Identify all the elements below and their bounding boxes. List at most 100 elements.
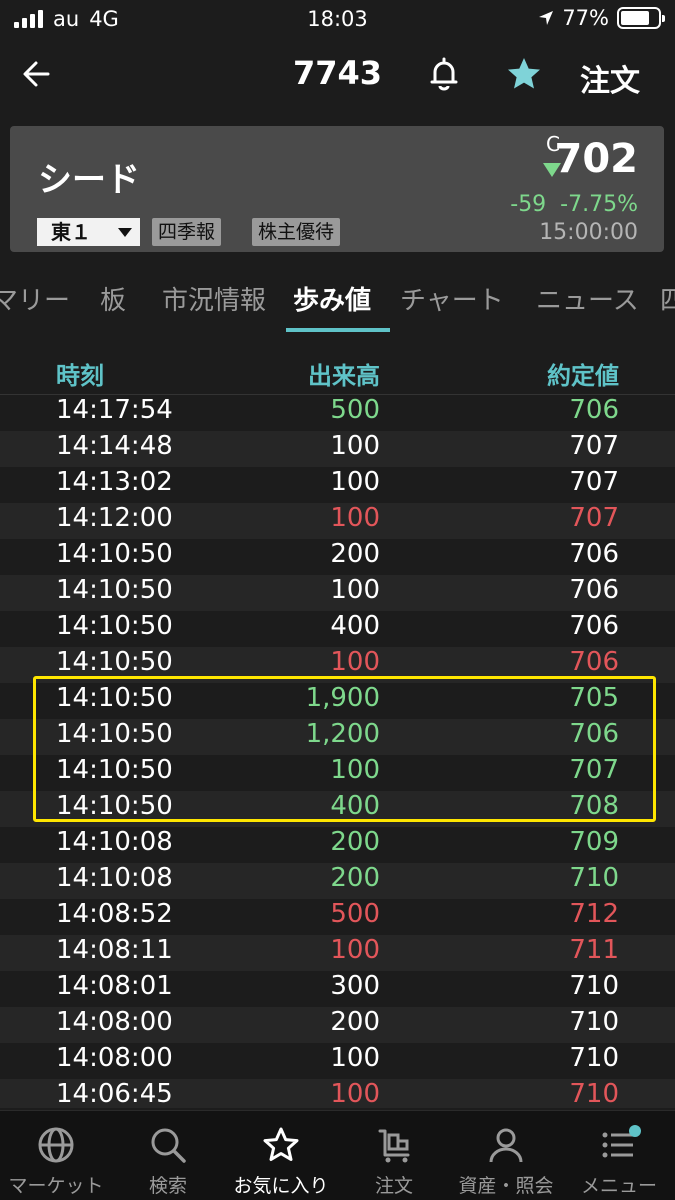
- table-row: 14:10:50 100 706: [0, 575, 675, 611]
- cell-time: 14:10:50: [56, 611, 173, 641]
- cart-icon: [378, 1129, 410, 1163]
- table-row: 14:10:08 200 709: [0, 827, 675, 863]
- star-icon: [508, 58, 540, 89]
- current-price: 702: [554, 136, 639, 182]
- bell-icon: [430, 57, 458, 91]
- cell-volume: 1,200: [305, 719, 380, 749]
- cell-volume: 500: [330, 395, 380, 425]
- table-row: 14:14:48 100 707: [0, 431, 675, 467]
- tick-table[interactable]: 14:17:54 500 706 14:14:48 100 707 14:13:02 100 7…: [0, 394, 675, 1108]
- shikiho-button[interactable]: 四季報: [152, 218, 222, 246]
- table-header: 時刻 出来高 約定値: [0, 346, 675, 396]
- cell-price: 711: [569, 935, 619, 965]
- market-select[interactable]: 東１: [37, 218, 140, 246]
- cell-price: 710: [569, 1043, 619, 1073]
- cell-price: 706: [569, 539, 619, 569]
- cell-volume: 100: [330, 755, 380, 785]
- table-row: 14:08:52 500 712: [0, 899, 675, 935]
- notification-dot: [629, 1125, 641, 1137]
- cell-volume: 200: [330, 539, 380, 569]
- tabbar-assets[interactable]: 資産・照会: [450, 1111, 562, 1200]
- status-bar: au 4G 18:03 77%: [0, 0, 675, 38]
- table-row: 14:08:01 300 710: [0, 971, 675, 1007]
- stock-name: シード: [38, 160, 140, 200]
- table-row: 14:17:54 500 706: [0, 395, 675, 431]
- tabbar-order[interactable]: 注文: [338, 1111, 450, 1200]
- cell-time: 14:08:52: [56, 899, 173, 929]
- cell-volume: 400: [330, 791, 380, 821]
- cell-price: 710: [569, 1007, 619, 1037]
- table-row: 14:10:50 400 708: [0, 791, 675, 827]
- globe-icon: [38, 1127, 74, 1163]
- tab-news[interactable]: ニュース: [536, 280, 639, 317]
- tabbar-search-label: 検索: [148, 1175, 187, 1197]
- tabbar-order-label: 注文: [374, 1175, 413, 1197]
- cell-price: 705: [569, 683, 619, 713]
- header-volume: 出来高: [308, 362, 380, 390]
- tabbar-menu[interactable]: メニュー: [563, 1111, 675, 1200]
- status-right: 77%: [538, 6, 665, 30]
- tabbar-market-label: マーケット: [8, 1175, 104, 1197]
- cell-time: 14:08:01: [56, 971, 173, 1001]
- back-button[interactable]: [18, 54, 58, 94]
- cell-price: 707: [569, 467, 619, 497]
- cell-time: 14:10:50: [56, 755, 173, 785]
- table-row: 14:08:00 100 710: [0, 1043, 675, 1079]
- cell-time: 14:17:54: [56, 395, 173, 425]
- cell-volume: 1,900: [305, 683, 380, 713]
- tabbar-assets-label: 資産・照会: [458, 1175, 554, 1197]
- table-row: 14:13:02 100 707: [0, 467, 675, 503]
- person-icon: [489, 1128, 523, 1163]
- cell-time: 14:08:00: [56, 1007, 173, 1037]
- tabbar-favorites-label: お気に入り: [233, 1175, 329, 1197]
- tabbar-search[interactable]: 検索: [112, 1111, 224, 1200]
- table-row: 14:08:00 200 710: [0, 1007, 675, 1043]
- alert-button[interactable]: [424, 54, 464, 94]
- nav-bar: 7743 注文: [0, 38, 675, 112]
- cell-time: 14:08:11: [56, 935, 173, 965]
- cell-price: 706: [569, 395, 619, 425]
- tab-summary[interactable]: マリー: [0, 280, 70, 317]
- cell-price: 706: [569, 575, 619, 605]
- star-outline-icon: [263, 1127, 299, 1161]
- cell-time: 14:10:50: [56, 575, 173, 605]
- cell-price: 708: [569, 791, 619, 821]
- cell-time: 14:10:50: [56, 683, 173, 713]
- cell-time: 14:08:00: [56, 1043, 173, 1073]
- page-title: 7743: [292, 54, 383, 92]
- cell-volume: 100: [330, 467, 380, 497]
- table-row: 14:10:08 200 710: [0, 863, 675, 899]
- shareholder-benefit-button[interactable]: 株主優待: [252, 218, 341, 246]
- table-row: 14:10:50 1,900 705: [0, 683, 675, 719]
- cell-price: 706: [569, 647, 619, 677]
- cell-volume: 100: [330, 647, 380, 677]
- order-button[interactable]: 注文: [580, 56, 640, 100]
- tab-tick-history[interactable]: 歩み値: [293, 280, 371, 317]
- table-row: 14:08:11 100 711: [0, 935, 675, 971]
- cell-price: 706: [569, 719, 619, 749]
- header-price: 約定値: [547, 362, 619, 390]
- cell-price: 710: [569, 971, 619, 1001]
- cell-volume: 100: [330, 935, 380, 965]
- favorite-button[interactable]: [504, 54, 544, 94]
- cell-time: 14:10:08: [56, 863, 173, 893]
- cell-volume: 100: [330, 575, 380, 605]
- tab-market-info[interactable]: 市況情報: [162, 280, 266, 317]
- tab-more[interactable]: 四: [660, 280, 675, 317]
- cell-price: 707: [569, 503, 619, 533]
- cell-price: 707: [569, 431, 619, 461]
- market-select-value: 東１: [51, 220, 91, 244]
- cell-price: 709: [569, 827, 619, 857]
- cell-volume: 100: [330, 1079, 380, 1108]
- cell-time: 14:10:50: [56, 647, 173, 677]
- tab-chart[interactable]: チャート: [400, 280, 504, 317]
- tabbar-market[interactable]: マーケット: [0, 1111, 112, 1200]
- back-arrow-icon: [23, 61, 50, 87]
- cell-time: 14:10:50: [56, 791, 173, 821]
- tabbar-favorites[interactable]: お気に入り: [225, 1111, 337, 1200]
- table-row: 14:10:50 1,200 706: [0, 719, 675, 755]
- tab-board[interactable]: 板: [100, 280, 126, 317]
- price-change: -59 -7.75%: [510, 192, 638, 217]
- table-row: 14:06:45 100 710: [0, 1079, 675, 1108]
- cell-time: 14:06:45: [56, 1079, 173, 1108]
